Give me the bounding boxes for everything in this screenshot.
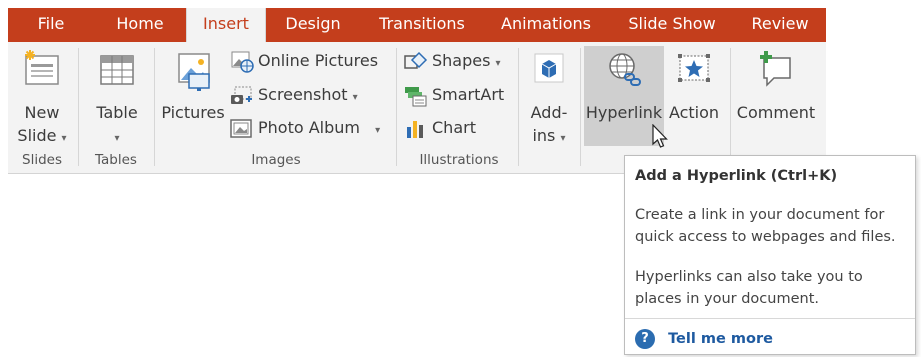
help-icon: ? xyxy=(635,328,655,349)
chart-icon xyxy=(407,121,423,138)
tell-me-more-link[interactable]: ? Tell me more xyxy=(635,328,773,350)
tab-slide-show[interactable]: Slide Show xyxy=(622,8,722,42)
new-slide-button[interactable]: New Slide ▾ xyxy=(12,46,72,146)
new-slide-icon xyxy=(25,50,59,85)
tooltip-description-1: Create a link in your document for quick… xyxy=(635,204,915,248)
tab-animations[interactable]: Animations xyxy=(496,8,596,42)
group-label-illustrations: Illustrations xyxy=(419,152,499,168)
chevron-down-icon: ▾ xyxy=(560,133,566,144)
action-label: Action xyxy=(668,103,720,122)
photo-album-label: Photo Album ▾ xyxy=(258,115,380,144)
chevron-down-icon: ▾ xyxy=(61,133,67,144)
action-button[interactable]: Action xyxy=(664,46,724,146)
smartart-label: SmartArt xyxy=(432,85,505,104)
tooltip-text-line: quick access to webpages and files. xyxy=(635,229,896,245)
mouse-pointer-icon xyxy=(652,124,668,148)
add-ins-label-line2: ins ▾ xyxy=(522,125,576,149)
group-divider xyxy=(730,48,731,166)
group-divider xyxy=(580,48,581,166)
tell-me-more-label: Tell me more xyxy=(668,330,773,347)
group-divider xyxy=(396,48,397,166)
hyperlink-tooltip: Add a Hyperlink (Ctrl+K) Create a link i… xyxy=(624,155,916,355)
comment-label: Comment xyxy=(736,103,816,122)
group-label-images: Images xyxy=(251,152,301,168)
shapes-text: Shapes xyxy=(432,51,491,70)
chevron-down-icon: ▾ xyxy=(114,133,120,144)
new-slide-label-slide: Slide xyxy=(17,126,57,145)
add-ins-label: Add- xyxy=(530,103,568,122)
tab-insert[interactable]: Insert xyxy=(186,8,266,44)
chevron-down-icon: ▾ xyxy=(495,58,501,69)
hyperlink-label: Hyperlink xyxy=(585,103,663,122)
tooltip-title: Add a Hyperlink (Ctrl+K) xyxy=(635,168,838,184)
screenshot-label: Screenshot ▾ xyxy=(258,82,358,111)
tooltip-divider xyxy=(625,318,915,319)
chevron-down-icon: ▾ xyxy=(352,92,358,103)
ribbon-tab-bar: File Home Insert Design Transitions Anim… xyxy=(8,8,826,44)
group-divider xyxy=(78,48,79,166)
group-divider xyxy=(154,48,155,166)
smartart-button[interactable]: SmartArt xyxy=(404,82,514,108)
tab-file[interactable]: File xyxy=(26,8,76,42)
smartart-icon xyxy=(405,87,427,107)
pictures-button[interactable]: Pictures xyxy=(160,46,226,146)
tooltip-text-line: Create a link in your document for xyxy=(635,207,885,223)
screenshot-button[interactable]: Screenshot ▾ xyxy=(230,82,385,108)
table-button[interactable]: Table ▾ xyxy=(88,46,146,146)
chart-label: Chart xyxy=(432,118,476,137)
group-label-slides: Slides xyxy=(22,152,62,168)
photo-album-text: Photo Album xyxy=(258,118,360,137)
pictures-icon xyxy=(178,53,210,91)
group-divider xyxy=(518,48,519,166)
tooltip-text-line: Hyperlinks can also take you to xyxy=(635,269,863,285)
photo-album-icon xyxy=(230,119,252,138)
chevron-down-icon: ▾ xyxy=(375,125,381,136)
tab-home[interactable]: Home xyxy=(110,8,170,42)
new-slide-label: New xyxy=(24,103,60,122)
table-caret-row: ▾ xyxy=(88,125,146,149)
photo-album-button[interactable]: Photo Album ▾ xyxy=(230,115,385,141)
hyperlink-globe-icon xyxy=(609,53,641,86)
add-ins-text: ins xyxy=(532,126,556,145)
chart-button[interactable]: Chart xyxy=(404,115,514,141)
tooltip-text-line: places in your document. xyxy=(635,291,819,307)
comment-button[interactable]: Comment xyxy=(734,46,818,146)
screenshot-icon xyxy=(231,86,252,104)
tab-review[interactable]: Review xyxy=(745,8,815,42)
powerpoint-window: File Home Insert Design Transitions Anim… xyxy=(0,0,921,357)
online-pictures-label: Online Pictures xyxy=(258,51,379,70)
pictures-label: Pictures xyxy=(161,103,225,122)
shapes-icon xyxy=(404,51,428,69)
shapes-label: Shapes ▾ xyxy=(432,48,501,77)
online-pictures-button[interactable]: Online Pictures xyxy=(230,48,385,74)
new-slide-label-line2: Slide ▾ xyxy=(12,125,72,149)
table-icon xyxy=(100,55,134,85)
add-ins-button[interactable]: Add- ins ▾ xyxy=(522,46,576,146)
tooltip-description-2: Hyperlinks can also take you to places i… xyxy=(635,266,915,310)
action-star-icon xyxy=(678,54,710,82)
tab-transitions[interactable]: Transitions xyxy=(372,8,472,42)
tab-design[interactable]: Design xyxy=(278,8,348,42)
comment-icon xyxy=(760,51,791,87)
shapes-button[interactable]: Shapes ▾ xyxy=(404,48,514,74)
group-label-tables: Tables xyxy=(95,152,137,168)
store-icon xyxy=(534,53,564,83)
screenshot-text: Screenshot xyxy=(258,85,348,104)
online-pictures-icon xyxy=(231,51,254,73)
table-label: Table xyxy=(96,103,138,122)
